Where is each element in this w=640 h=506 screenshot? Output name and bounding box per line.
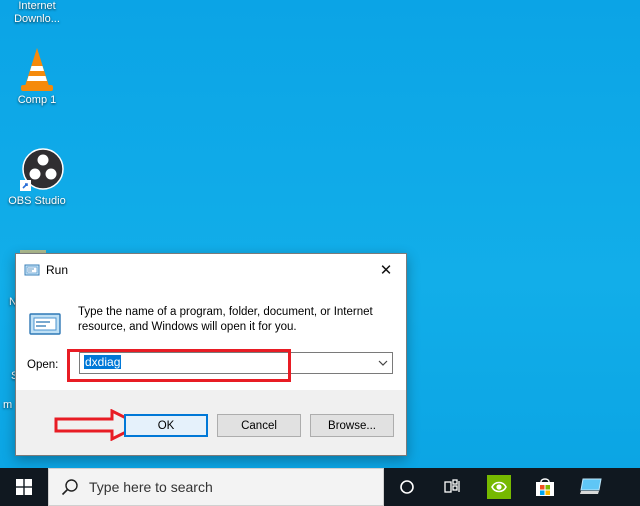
nvidia-icon: [487, 475, 511, 499]
run-dialog: Run ✕ Type the name of a program, folder…: [15, 253, 407, 456]
run-icon: [24, 264, 40, 275]
close-button[interactable]: ✕: [366, 254, 406, 285]
desktop-icon-label: Comp 1: [17, 94, 57, 106]
run-program-icon: [29, 313, 61, 335]
cortana-icon: [400, 480, 414, 494]
close-icon: ✕: [379, 261, 393, 279]
open-input[interactable]: dxdiag: [84, 355, 364, 371]
task-view-icon: [444, 479, 460, 493]
ok-button[interactable]: OK: [124, 414, 208, 437]
selected-text: dxdiag: [84, 355, 122, 369]
dropdown-arrow[interactable]: [374, 353, 392, 373]
desktop-icon-obs[interactable]: OBS Studio: [0, 147, 74, 208]
vlc-cone-icon: [21, 48, 53, 91]
browse-button[interactable]: Browse...: [310, 414, 394, 437]
desktop-icon-label: OBS Studio: [8, 195, 66, 207]
run-dialog-titlebar[interactable]: Run ✕: [16, 254, 406, 285]
taskbar: Type here to search: [0, 468, 640, 506]
task-view-button[interactable]: [430, 468, 476, 506]
start-button[interactable]: [0, 468, 48, 506]
open-label: Open:: [27, 359, 59, 371]
desktop-pc-icon: [580, 478, 602, 494]
partial-desktop-label: m: [3, 399, 13, 411]
nvidia-app-button[interactable]: [476, 468, 522, 506]
cortana-button[interactable]: [384, 468, 430, 506]
run-dialog-body: Type the name of a program, folder, docu…: [16, 285, 406, 390]
dialog-title: Run: [46, 262, 69, 277]
open-combobox[interactable]: dxdiag: [79, 352, 393, 374]
dialog-description: Type the name of a program, folder, docu…: [78, 306, 373, 333]
obs-logo-icon: [20, 148, 64, 191]
dialog-button-row: OK Cancel Browse...: [16, 390, 406, 455]
cancel-button[interactable]: Cancel: [217, 414, 301, 437]
store-app-button[interactable]: [522, 468, 568, 506]
desktop-icon-idm[interactable]: Internet Downlo...: [0, 0, 74, 26]
desktop-icon-label: Internet Downlo...: [14, 0, 60, 25]
search-placeholder: Type here to search: [89, 479, 213, 495]
chevron-down-icon: [378, 360, 388, 366]
search-icon: [61, 479, 78, 496]
windows-start-icon: [16, 479, 32, 495]
this-pc-button[interactable]: [568, 468, 614, 506]
store-icon: [536, 478, 554, 496]
desktop-icon-vlc[interactable]: Comp 1: [0, 46, 74, 107]
taskbar-search-box[interactable]: Type here to search: [48, 468, 384, 506]
